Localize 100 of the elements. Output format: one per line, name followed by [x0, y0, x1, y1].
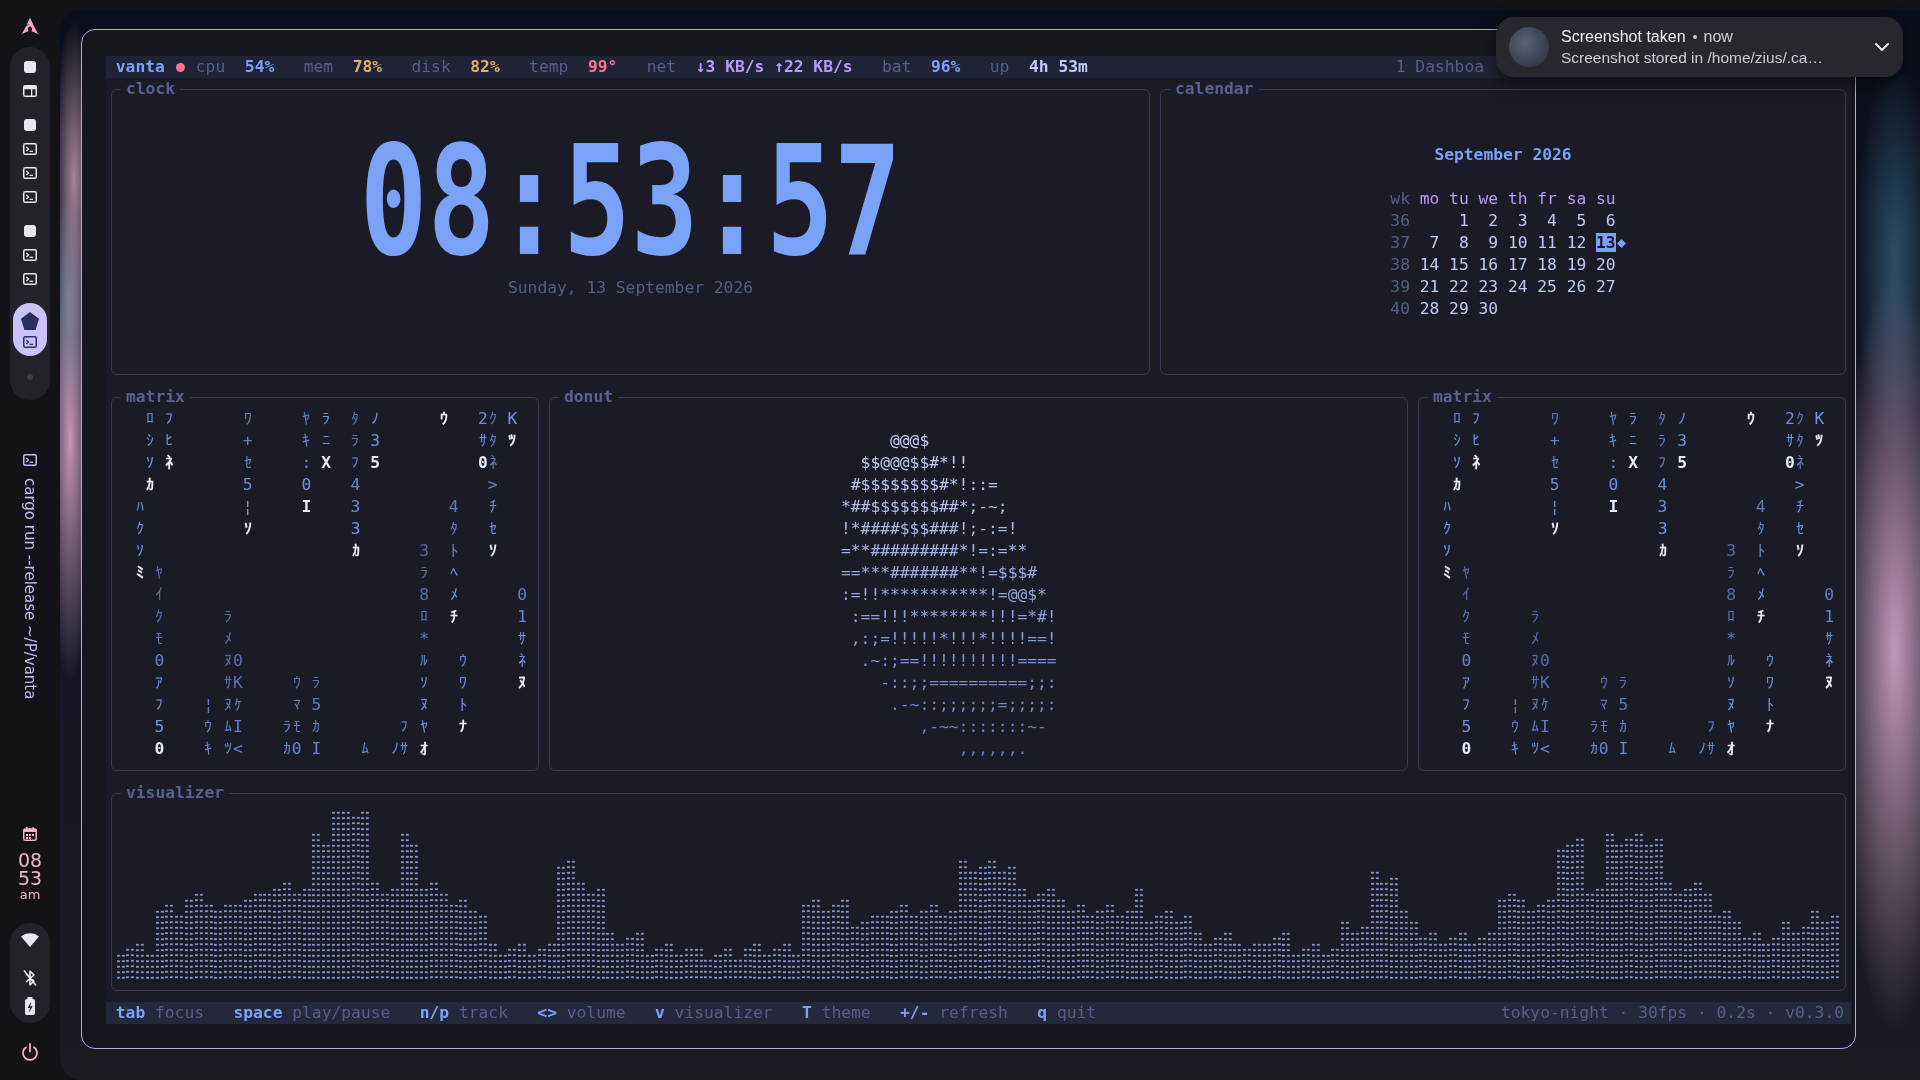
rain-glyph: ｳ	[438, 408, 449, 430]
calendar-day[interactable]: 15	[1449, 255, 1469, 274]
rain-glyph: 3	[1657, 518, 1668, 540]
rain-glyph: ｶ	[1657, 540, 1668, 562]
notification-title: Screenshot taken	[1561, 27, 1686, 46]
rain-glyph: ｻ	[1824, 628, 1835, 650]
rain-glyph: ﾒ	[1530, 628, 1540, 650]
terminal-icon[interactable]	[23, 336, 37, 348]
workspace-icon[interactable]	[24, 61, 36, 73]
calendar-day[interactable]: 16	[1478, 255, 1499, 274]
rain-glyph: ﾜ	[242, 408, 253, 430]
week-column-label: wk	[1390, 189, 1410, 208]
calendar-day[interactable]: 5	[1576, 211, 1587, 230]
rain-glyph: ﾁ	[448, 606, 459, 628]
clock-time: 08:53:57	[359, 124, 902, 280]
calendar-day[interactable]: 20	[1596, 255, 1616, 274]
power-icon[interactable]	[21, 1043, 39, 1061]
calendar-day[interactable]: 12	[1566, 233, 1587, 252]
rain-glyph: ﾓ	[154, 628, 165, 650]
workspace-dot-icon[interactable]	[27, 374, 33, 380]
keybinding-hint: tab focus	[115, 1002, 205, 1024]
peak-logo-icon[interactable]	[21, 17, 39, 35]
calendar-day[interactable]: 28	[1419, 299, 1440, 318]
workspace-icon[interactable]	[24, 119, 36, 131]
rain-glyph: ｸ	[1442, 518, 1452, 540]
rain-glyph: ﾛ	[1451, 408, 1462, 430]
rain-glyph: ﾗ	[1657, 430, 1668, 452]
rain-glyph: ﾀ	[1755, 518, 1766, 540]
calendar-day[interactable]: 2	[1488, 211, 1499, 230]
calendar-day[interactable]: 29	[1449, 299, 1469, 318]
wifi-icon[interactable]	[21, 933, 39, 947]
calendar-day[interactable]: 23	[1478, 277, 1499, 296]
calendar-day[interactable]: 7	[1429, 233, 1440, 252]
rain-glyph: ﾂ	[507, 430, 518, 452]
rain-glyph: ｿ	[1549, 518, 1560, 540]
rain-glyph: ﾔ	[1608, 408, 1619, 430]
rain-glyph: I	[311, 738, 322, 760]
rain-glyph: 5	[1618, 694, 1629, 716]
calendar-day[interactable]: 21	[1419, 277, 1440, 296]
rain-glyph: ﾌ	[350, 452, 361, 474]
rain-glyph: ﾒ	[1755, 584, 1766, 606]
rain-glyph: ﾐ	[135, 562, 145, 584]
calendar-day[interactable]: 17	[1507, 255, 1528, 274]
rain-glyph: ﾆ	[1628, 430, 1638, 452]
calendar-day[interactable]: 25	[1537, 277, 1557, 296]
separator-dot-icon	[1692, 34, 1697, 39]
ascii-donut-row: -::;;==========;;:	[880, 672, 1057, 694]
rain-glyph: ﾈ	[1794, 452, 1805, 474]
rain-glyph: ﾀ	[350, 408, 361, 430]
rain-glyph: 3	[1657, 496, 1668, 518]
battery-charging-icon[interactable]	[25, 997, 35, 1015]
calendar-day[interactable]: 4	[1547, 211, 1557, 230]
metric-value: 78%	[352, 56, 383, 78]
window-icon[interactable]	[23, 85, 37, 97]
rain-glyph: ﾔ	[1726, 716, 1736, 738]
dock-clock-period: am	[19, 887, 41, 902]
rain-glyph: ﾜ	[458, 672, 469, 694]
rain-glyph: ｶ	[311, 716, 322, 738]
calendar-day[interactable]: 3	[1517, 211, 1528, 230]
calendar-day[interactable]: 10	[1507, 233, 1528, 252]
calendar-day[interactable]: 30	[1478, 299, 1499, 318]
ascii-donut-row: :==!!!********!!!=*#!	[850, 606, 1057, 628]
rain-glyph: 0	[1461, 650, 1472, 672]
ascii-donut-row: #$$$$$$$$#*!::=	[850, 474, 998, 496]
rain-glyph: ｳ	[1598, 672, 1609, 694]
active-workspace[interactable]	[13, 303, 47, 356]
rain-glyph: ﾔ	[419, 716, 429, 738]
rain-glyph: ｲ	[154, 584, 165, 606]
chevron-down-icon[interactable]	[1875, 43, 1889, 51]
calendar-day[interactable]: 6	[1605, 211, 1616, 230]
rain-glyph: ｻK	[223, 672, 243, 694]
calendar-day[interactable]: 22	[1449, 277, 1469, 296]
calendar-day[interactable]: 8	[1458, 233, 1469, 252]
rain-glyph: ﾏ	[1598, 694, 1609, 716]
notification-card[interactable]: Screenshot taken now Screenshot stored in /home/zius/.ca…	[1496, 17, 1903, 77]
rain-glyph: ｿ	[1442, 540, 1452, 562]
keybinding-hint: <> volume	[537, 1002, 626, 1024]
workspace-icon[interactable]	[24, 225, 36, 237]
window-title: cargo run --release ~/P/vanta	[21, 478, 39, 700]
rain-glyph: ﾉ	[370, 408, 380, 430]
calendar-day[interactable]: 11	[1537, 233, 1557, 252]
calendar-day[interactable]: 24	[1507, 277, 1528, 296]
calendar-day[interactable]: 9	[1488, 233, 1499, 252]
rain-glyph: ｳ	[1510, 716, 1521, 738]
calendar-day[interactable]: 19	[1566, 255, 1587, 274]
rain-glyph: ﾗ	[311, 672, 322, 694]
rain-glyph: 1	[1824, 606, 1835, 628]
metric-value: 99°	[587, 56, 618, 78]
rain-glyph: 0	[517, 584, 528, 606]
rain-glyph: 5	[370, 452, 380, 474]
calendar-day[interactable]: 14	[1419, 255, 1440, 274]
calendar-day[interactable]: 18	[1537, 255, 1557, 274]
weekday-label: mo	[1419, 189, 1440, 208]
rain-glyph: 0	[1608, 474, 1619, 496]
rain-glyph: +	[242, 430, 253, 452]
rain-glyph: ﾒ	[223, 628, 233, 650]
calendar-day[interactable]: 1	[1458, 211, 1469, 230]
bluetooth-off-icon[interactable]	[23, 969, 37, 987]
calendar-day[interactable]: 27	[1596, 277, 1616, 296]
calendar-day[interactable]: 26	[1566, 277, 1587, 296]
